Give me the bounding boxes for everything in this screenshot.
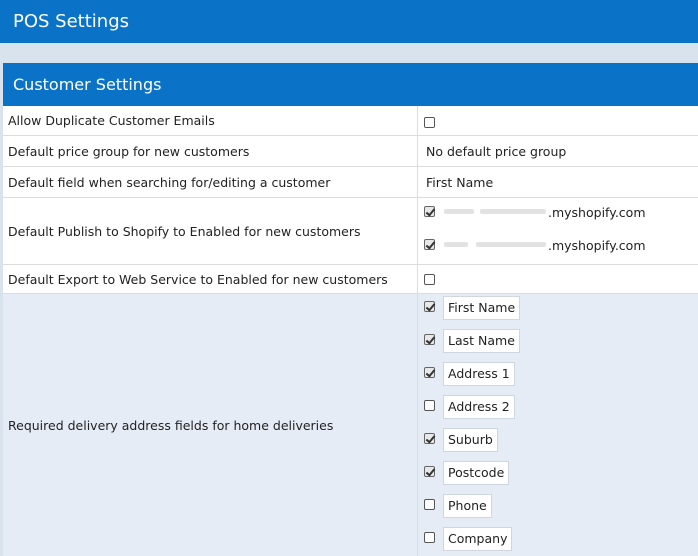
shopify-store-2: .myshopify.com [418, 236, 698, 256]
delivery-field-first-name: First Name [418, 296, 618, 322]
delivery-field-address-1-checkbox[interactable] [424, 367, 435, 378]
default-search-field-cell[interactable]: First Name [418, 167, 698, 197]
shopify-store-1-name: .myshopify.com [548, 205, 646, 220]
row-default-publish-shopify: Default Publish to Shopify to Enabled fo… [3, 198, 698, 265]
default-search-field-label: Default field when searching for/editing… [3, 167, 418, 197]
default-search-field-value[interactable]: First Name [426, 175, 493, 190]
delivery-field-postcode-checkbox[interactable] [424, 466, 435, 477]
shopify-store-2-redacted-2 [476, 242, 546, 247]
delivery-field-suburb-checkbox[interactable] [424, 433, 435, 444]
row-default-export-web-service: Default Export to Web Service to Enabled… [3, 265, 698, 294]
delivery-field-postcode: Postcode [418, 461, 618, 487]
delivery-field-suburb: Suburb [418, 428, 618, 454]
delivery-field-address-2-label[interactable]: Address 2 [443, 395, 515, 419]
required-delivery-fields-cell: First Name Last Name Address 1 Address 2… [418, 294, 698, 556]
shopify-store-1-redacted-2 [480, 209, 546, 214]
customer-settings-header: Customer Settings [3, 63, 698, 106]
default-price-group-label: Default price group for new customers [3, 136, 418, 166]
allow-duplicate-emails-cell [418, 106, 698, 135]
row-default-price-group: Default price group for new customers No… [3, 136, 698, 167]
shopify-store-1-redacted [444, 209, 474, 214]
delivery-field-phone-checkbox[interactable] [424, 499, 435, 510]
delivery-field-first-name-label[interactable]: First Name [443, 296, 521, 320]
row-allow-duplicate-emails: Allow Duplicate Customer Emails [3, 106, 698, 136]
delivery-field-last-name-checkbox[interactable] [424, 334, 435, 345]
page-title: POS Settings [0, 0, 698, 43]
header-gap [0, 43, 698, 63]
delivery-field-first-name-checkbox[interactable] [424, 301, 435, 312]
default-export-web-service-cell [418, 265, 698, 293]
delivery-field-phone: Phone [418, 494, 618, 520]
delivery-field-address-1-label[interactable]: Address 1 [443, 362, 515, 386]
shopify-store-2-checkbox[interactable] [424, 239, 435, 250]
shopify-store-2-name: .myshopify.com [548, 238, 646, 253]
default-export-web-service-label: Default Export to Web Service to Enabled… [3, 265, 418, 293]
shopify-store-2-redacted [444, 242, 468, 247]
required-delivery-fields-label: Required delivery address fields for hom… [3, 294, 418, 556]
row-default-search-field: Default field when searching for/editing… [3, 167, 698, 198]
allow-duplicate-emails-checkbox[interactable] [424, 117, 435, 128]
delivery-field-suburb-label[interactable]: Suburb [443, 428, 498, 452]
delivery-field-last-name: Last Name [418, 329, 618, 355]
default-export-web-service-checkbox[interactable] [424, 274, 435, 285]
shopify-store-1: .myshopify.com [418, 203, 698, 223]
row-required-delivery-fields: Required delivery address fields for hom… [3, 294, 698, 556]
delivery-field-phone-label[interactable]: Phone [443, 494, 492, 518]
allow-duplicate-emails-label: Allow Duplicate Customer Emails [3, 106, 418, 135]
delivery-field-address-2: Address 2 [418, 395, 618, 421]
delivery-field-company: Company [418, 527, 618, 553]
delivery-field-postcode-label[interactable]: Postcode [443, 461, 510, 485]
delivery-field-address-2-checkbox[interactable] [424, 400, 435, 411]
delivery-field-company-label[interactable]: Company [443, 527, 513, 551]
default-price-group-cell[interactable]: No default price group [418, 136, 698, 166]
delivery-field-company-checkbox[interactable] [424, 532, 435, 543]
shopify-store-1-checkbox[interactable] [424, 206, 435, 217]
delivery-field-last-name-label[interactable]: Last Name [443, 329, 520, 353]
delivery-field-address-1: Address 1 [418, 362, 618, 388]
default-publish-shopify-label: Default Publish to Shopify to Enabled fo… [3, 198, 418, 264]
default-price-group-value[interactable]: No default price group [426, 144, 566, 159]
default-publish-shopify-cell: .myshopify.com .myshopify.com [418, 198, 698, 264]
